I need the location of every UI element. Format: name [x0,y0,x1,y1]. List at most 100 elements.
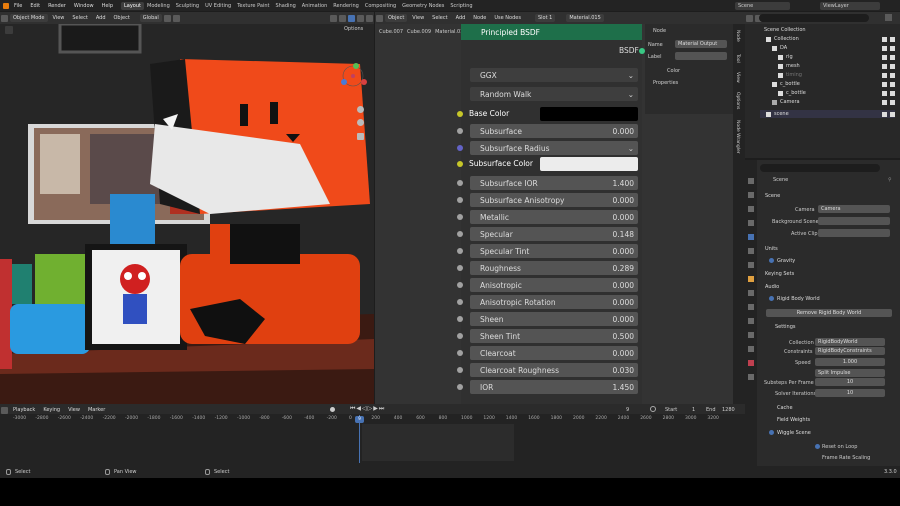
menu-window[interactable]: Window [70,3,98,9]
node-name-field[interactable]: Material Output [675,40,727,48]
object-mode-dropdown[interactable]: Object Mode [10,14,48,22]
subsurface-color-swatch[interactable] [540,157,638,171]
remove-rigid-body-world-button[interactable]: Remove Rigid Body World [766,309,892,317]
world-tab-icon[interactable] [748,248,754,254]
timeline-menu-marker[interactable]: Marker [85,406,108,414]
outliner-type-icon[interactable] [746,14,753,22]
menu-help[interactable]: Help [98,3,117,9]
base-color-socket[interactable] [457,111,463,117]
tab-geometry-nodes[interactable]: Geometry Nodes [399,2,447,10]
background-scene-field[interactable] [818,217,890,225]
node-editor-type-icon[interactable] [376,14,383,22]
color-checkbox[interactable]: Color [667,68,680,74]
render-camera-icon[interactable] [890,81,895,87]
render-tab-icon[interactable] [748,192,754,198]
scene-tab-icon[interactable] [748,234,754,240]
outliner-item[interactable]: Camera [760,98,895,106]
select-box-tool-icon[interactable] [5,26,13,34]
cache-subpanel-header[interactable]: Cache [777,405,793,411]
render-camera-icon[interactable] [890,72,895,78]
visibility-eye-icon[interactable] [882,54,887,60]
modifier-tab-icon[interactable] [748,290,754,296]
input-socket-8[interactable] [457,282,463,288]
timeline-menu-view[interactable]: View [65,406,83,414]
wiggle-scene-panel-header[interactable]: Wiggle Scene [777,430,811,436]
properties-search-input[interactable] [760,164,880,172]
sidebar-tab-node[interactable]: Node [735,30,740,42]
camera-field[interactable]: Camera [818,205,890,213]
object-tab-icon[interactable] [748,276,754,282]
input-socket-12[interactable] [457,350,463,356]
current-frame-field[interactable]: 9 [626,407,629,413]
input-socket-0[interactable] [457,128,463,134]
node-label-field[interactable] [675,52,727,60]
visibility-icon[interactable] [330,14,337,22]
particles-tab-icon[interactable] [748,304,754,310]
tab-texture-paint[interactable]: Texture Paint [234,2,272,10]
tab-modeling[interactable]: Modeling [144,2,173,10]
node-field-subsurface-anisotropy[interactable]: Subsurface Anisotropy 0.000 [470,193,638,207]
field-weights-subpanel-header[interactable]: Field Weights [777,417,810,423]
tab-layout[interactable]: Layout [121,1,144,10]
input-socket-2[interactable] [457,180,463,186]
input-socket-3[interactable] [457,197,463,203]
viewport-menu-object[interactable]: Object [111,14,133,22]
rbw-collection-field[interactable]: RigidBodyWorld [815,338,885,346]
visibility-eye-icon[interactable] [882,90,887,96]
record-icon[interactable] [330,407,335,412]
playhead-frame-badge[interactable]: 9 [355,416,364,423]
timeline-menu-playback[interactable]: Playback [10,406,38,414]
options-button[interactable]: Options [344,26,363,32]
rigid-body-world-panel-header[interactable]: Rigid Body World [777,296,820,302]
input-socket-4[interactable] [457,214,463,220]
rbw-constraints-field[interactable]: RigidBodyConstraints [815,347,885,355]
gravity-toggle-icon[interactable] [769,258,774,263]
subsurface-color-socket[interactable] [457,161,463,167]
camera-view-icon[interactable] [357,133,364,140]
render-camera-icon[interactable] [890,54,895,60]
menu-render[interactable]: Render [44,3,70,9]
sidebar-tab-options[interactable]: Options [735,92,740,109]
node-field-anisotropic-rotation[interactable]: Anisotropic Rotation 0.000 [470,295,638,309]
input-socket-1[interactable] [457,145,463,151]
output-tab-icon[interactable] [748,206,754,212]
input-socket-14[interactable] [457,384,463,390]
menu-file[interactable]: File [10,3,26,9]
editor-type-icon[interactable] [1,14,8,22]
scene-panel-header[interactable]: Scene [765,193,780,199]
tool-tab-icon[interactable] [748,178,754,184]
rigid-body-world-toggle-icon[interactable] [769,296,774,301]
render-camera-icon[interactable] [890,90,895,96]
outliner-item[interactable]: DA [760,44,895,52]
visibility-eye-icon[interactable] [882,63,887,69]
node-field-roughness[interactable]: Roughness 0.289 [470,261,638,275]
filter-icon[interactable] [885,14,892,21]
node-field-specular-tint[interactable]: Specular Tint 0.000 [470,244,638,258]
node-field-sheen-tint[interactable]: Sheen Tint 0.500 [470,329,638,343]
tab-sculpting[interactable]: Sculpting [173,2,202,10]
render-camera-icon[interactable] [890,36,895,42]
data-tab-icon[interactable] [748,346,754,352]
node-menu-select[interactable]: Select [429,14,450,22]
keying-sets-panel-header[interactable]: Keying Sets [765,271,794,277]
slot-dropdown[interactable]: Slot 1 [534,14,556,22]
shading-material-icon[interactable] [357,14,364,22]
active-clip-field[interactable] [818,229,890,237]
constraints-tab-icon[interactable] [748,332,754,338]
timeline-menu-keying[interactable]: Keying [40,406,63,414]
outliner-scene-collection[interactable]: Scene Collection [760,26,895,34]
viewport-menu-view[interactable]: View [50,14,68,22]
snap-icon[interactable] [172,14,180,22]
shading-render-icon[interactable] [366,14,373,22]
render-camera-icon[interactable] [890,111,895,117]
node-field-clearcoat[interactable]: Clearcoat 0.000 [470,346,638,360]
input-socket-11[interactable] [457,333,463,339]
outliner-item[interactable]: rig [760,53,895,61]
end-frame-field[interactable]: 1280 [722,407,735,413]
scene-selector[interactable]: Scene [735,1,790,10]
tab-rendering[interactable]: Rendering [330,2,362,10]
sidebar-tab-view[interactable]: View [735,72,740,83]
reset-on-loop-check-icon[interactable] [815,444,820,449]
shading-solid-icon[interactable] [348,14,355,22]
view-layer-selector[interactable]: ViewLayer [820,1,880,10]
